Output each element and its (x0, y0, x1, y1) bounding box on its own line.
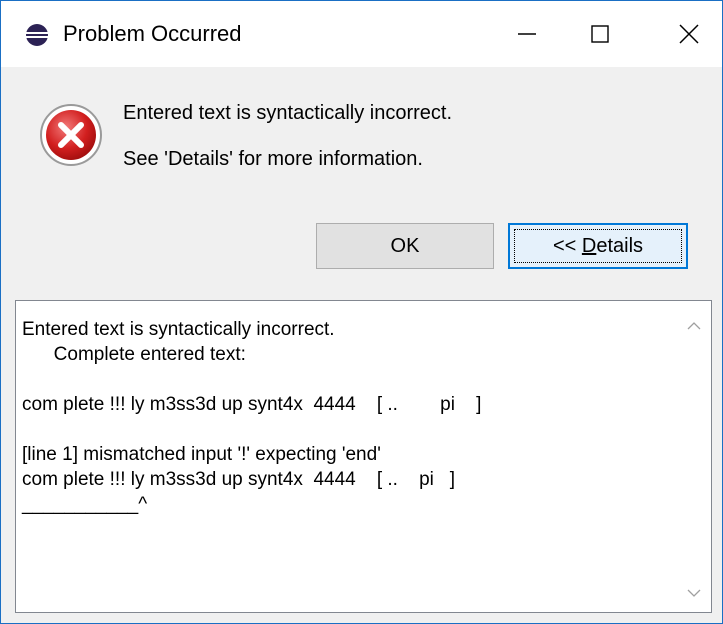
chevron-down-icon (687, 589, 701, 597)
details-mnemonic: D (581, 234, 597, 257)
scroll-down-button[interactable] (677, 576, 711, 610)
eclipse-icon (25, 23, 49, 47)
problem-dialog-window: Problem Occurred Entered text is syntact… (0, 0, 723, 624)
maximize-icon (591, 25, 609, 43)
details-text[interactable]: Entered text is syntactically incorrect.… (22, 317, 481, 517)
details-text-area[interactable]: Entered text is syntactically incorrect.… (15, 300, 712, 613)
details-prefix: << (552, 234, 582, 257)
error-message: Entered text is syntactically incorrect. (123, 102, 453, 124)
details-hint: See 'Details' for more information. (123, 148, 423, 170)
scroll-up-button[interactable] (677, 309, 711, 343)
vertical-scrollbar[interactable] (677, 301, 711, 612)
window-title: Problem Occurred (63, 21, 242, 46)
ok-button[interactable]: OK (316, 223, 494, 269)
close-icon (679, 24, 699, 44)
title-bar[interactable]: Problem Occurred (1, 1, 722, 67)
error-icon (39, 103, 103, 167)
details-rest: etails (596, 234, 644, 257)
close-button[interactable] (656, 1, 722, 67)
ok-button-label: OK (390, 234, 420, 257)
minimize-button[interactable] (494, 1, 560, 67)
chevron-up-icon (687, 322, 701, 330)
details-button-label: << Details (553, 235, 643, 258)
details-button[interactable]: << Details (508, 223, 688, 269)
minimize-icon (518, 33, 536, 35)
maximize-button[interactable] (567, 1, 633, 67)
